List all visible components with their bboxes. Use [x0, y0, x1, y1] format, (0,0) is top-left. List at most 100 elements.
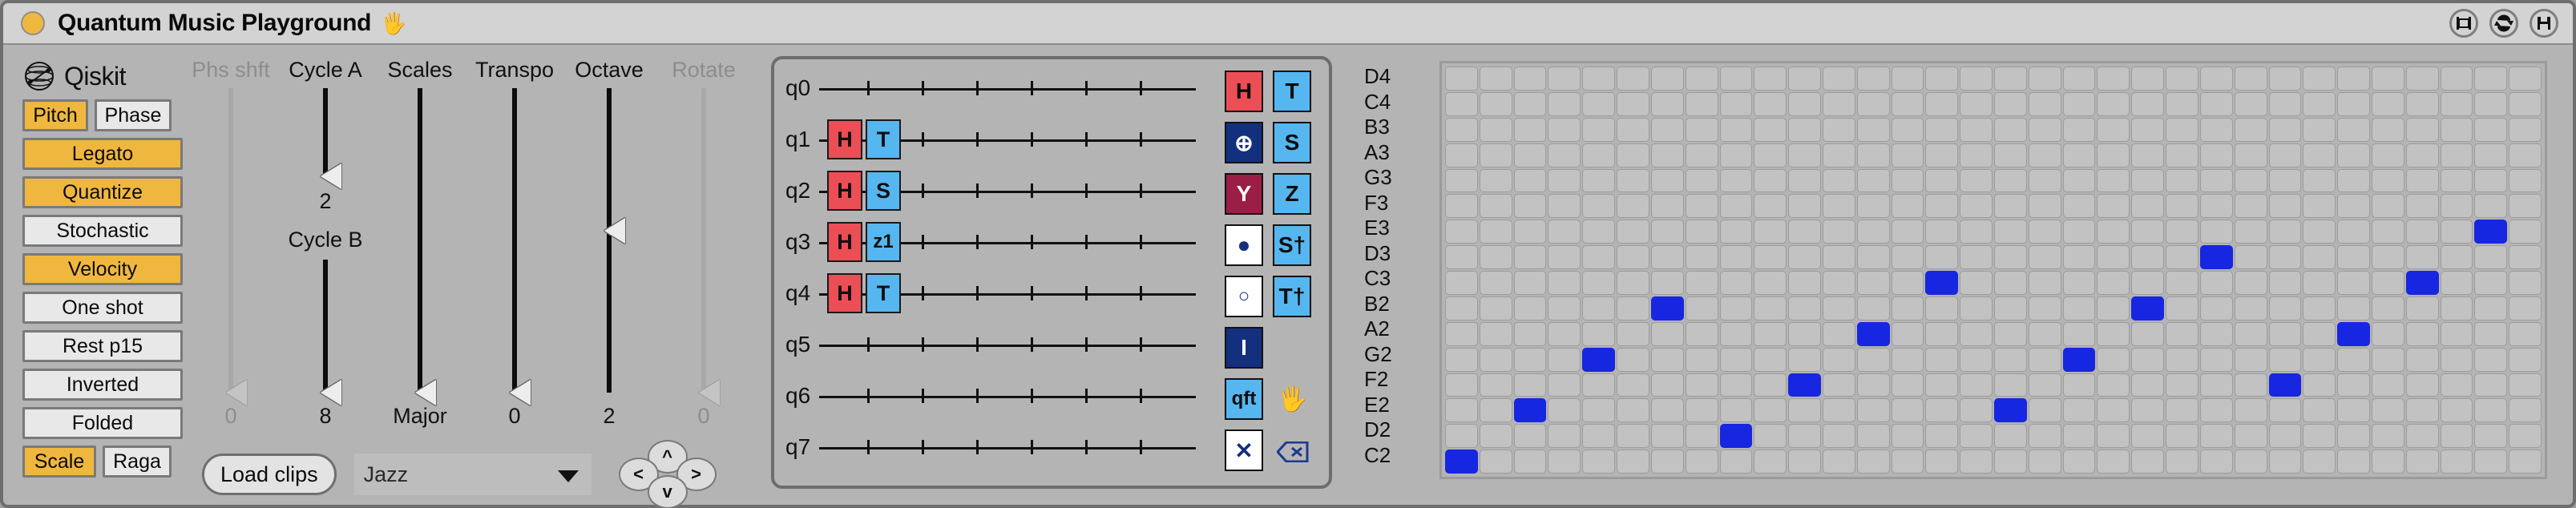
note-cell[interactable]: [1994, 450, 2027, 474]
note-cell[interactable]: [1994, 220, 2027, 244]
note-cell[interactable]: [2028, 271, 2061, 295]
palette-gate-identity[interactable]: I: [1225, 327, 1263, 369]
note-cell[interactable]: [1822, 194, 1855, 219]
note-cell[interactable]: [2303, 91, 2336, 116]
note-cell[interactable]: [2131, 373, 2165, 397]
note-cell[interactable]: [2062, 117, 2096, 142]
note-cell[interactable]: [2509, 296, 2542, 321]
note-cell[interactable]: [1891, 398, 1924, 423]
note-cell[interactable]: [1548, 296, 1581, 321]
note-cell[interactable]: [2234, 245, 2267, 269]
note-cell[interactable]: [1719, 347, 1753, 372]
rest-p15-button[interactable]: Rest p15: [22, 330, 183, 362]
note-cell[interactable]: [2234, 143, 2267, 167]
one-shot-button[interactable]: One shot: [22, 292, 183, 324]
note-cell[interactable]: [2337, 450, 2370, 474]
note-cell[interactable]: [1650, 424, 1684, 449]
note-cell[interactable]: [1754, 398, 1787, 423]
note-cell[interactable]: [2268, 321, 2302, 346]
note-cell[interactable]: [1822, 347, 1855, 372]
note-cell[interactable]: [2234, 91, 2267, 116]
note-cell[interactable]: [2303, 271, 2336, 295]
note-cell[interactable]: [1960, 91, 1993, 116]
note-cell[interactable]: [2131, 143, 2165, 167]
note-cell[interactable]: [1960, 245, 1993, 269]
note-cell[interactable]: [2062, 168, 2096, 193]
note-cell[interactable]: [2268, 398, 2302, 423]
note-cell[interactable]: [1719, 220, 1753, 244]
note-cell[interactable]: [1788, 450, 1821, 474]
note-cell[interactable]: [2028, 194, 2061, 219]
note-cell[interactable]: [1891, 194, 1924, 219]
note-cell[interactable]: [2371, 91, 2404, 116]
note-cell[interactable]: [1650, 398, 1684, 423]
note-cell[interactable]: [2028, 245, 2061, 269]
note-cell[interactable]: [2337, 168, 2370, 193]
note-cell[interactable]: [1479, 271, 1512, 295]
note-cell[interactable]: [1994, 143, 2027, 167]
slider-octave[interactable]: Octave 2: [567, 58, 651, 428]
note-cell[interactable]: [2062, 296, 2096, 321]
note-cell[interactable]: [2199, 296, 2233, 321]
note-cell[interactable]: [2474, 450, 2508, 474]
note-cell[interactable]: [2097, 296, 2130, 321]
note-cell[interactable]: [1685, 245, 1718, 269]
note-cell[interactable]: [2474, 168, 2508, 193]
note-cell[interactable]: [2062, 271, 2096, 295]
note-cell[interactable]: [1925, 398, 1959, 423]
note-cell[interactable]: [1513, 143, 1547, 167]
note-cell[interactable]: [1788, 321, 1821, 346]
note-cell[interactable]: [2303, 220, 2336, 244]
note-cell[interactable]: [2097, 373, 2130, 397]
note-cell[interactable]: [2199, 373, 2233, 397]
slider-thumb[interactable]: [415, 380, 436, 405]
note-cell[interactable]: [2405, 398, 2439, 423]
note-cell[interactable]: [2131, 91, 2165, 116]
note-cell[interactable]: [2474, 398, 2508, 423]
note-cell[interactable]: [2440, 347, 2473, 372]
note-cell[interactable]: [1822, 168, 1855, 193]
note-cell[interactable]: [2268, 424, 2302, 449]
note-cell[interactable]: [1650, 347, 1684, 372]
note-cell[interactable]: [1925, 424, 1959, 449]
fit-window-icon[interactable]: [2449, 9, 2478, 38]
slider-phs-shft[interactable]: Phs shft 0: [189, 58, 273, 428]
note-cell[interactable]: [2131, 271, 2165, 295]
note-cell[interactable]: [1445, 168, 1478, 193]
note-cell[interactable]: [1891, 321, 1924, 346]
note-cell[interactable]: [2097, 194, 2130, 219]
note-cell[interactable]: [1479, 91, 1512, 116]
note-cell[interactable]: [2509, 91, 2542, 116]
note-cell[interactable]: [2028, 143, 2061, 167]
note-cell[interactable]: [2097, 117, 2130, 142]
note-cell[interactable]: [2337, 143, 2370, 167]
note-cell[interactable]: [1925, 450, 1959, 474]
note-cell[interactable]: [1685, 450, 1718, 474]
note-cell[interactable]: [1548, 220, 1581, 244]
note-cell[interactable]: [1856, 91, 1890, 116]
note-cell[interactable]: [1582, 424, 1616, 449]
note-cell[interactable]: [1788, 424, 1821, 449]
qubit-wire[interactable]: H T: [819, 117, 1196, 162]
note-cell[interactable]: [1513, 194, 1547, 219]
palette-gate-z[interactable]: Z: [1273, 173, 1311, 215]
palette-gate-qft[interactable]: qft: [1225, 378, 1263, 420]
note-cell[interactable]: [1445, 347, 1478, 372]
gate-h-q2[interactable]: H: [827, 171, 862, 211]
note-cell[interactable]: [1994, 194, 2027, 219]
note-cell[interactable]: [2474, 194, 2508, 219]
note-cell[interactable]: [1513, 168, 1547, 193]
note-cell[interactable]: [2234, 450, 2267, 474]
note-cell[interactable]: [1582, 143, 1616, 167]
raga-button[interactable]: Raga: [103, 446, 172, 478]
note-cell[interactable]: [2199, 143, 2233, 167]
note-cell[interactable]: [2097, 424, 2130, 449]
note-cell[interactable]: [1582, 168, 1616, 193]
note-cell[interactable]: [2199, 168, 2233, 193]
note-cell[interactable]: [1960, 67, 1993, 91]
note-cell[interactable]: [2509, 245, 2542, 269]
note-cell[interactable]: [2199, 91, 2233, 116]
note-cell[interactable]: [1925, 220, 1959, 244]
note-cell[interactable]: [2509, 450, 2542, 474]
note-cell[interactable]: [2440, 245, 2473, 269]
